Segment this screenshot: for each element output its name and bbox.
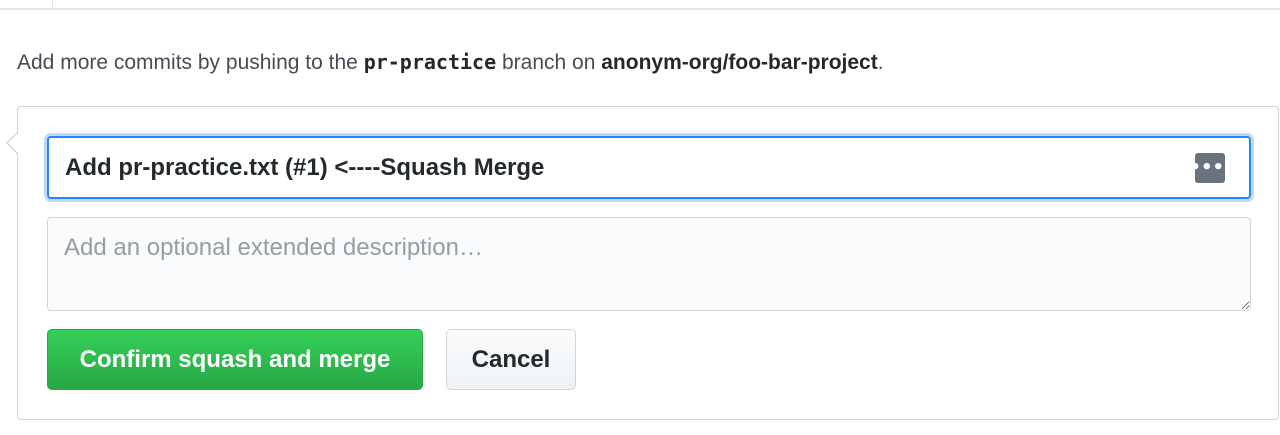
divider-tick [52,0,53,8]
commit-description-textarea[interactable] [47,217,1251,311]
commit-title-input[interactable] [47,136,1251,199]
top-divider [0,0,1280,10]
ellipsis-icon[interactable]: •••| [1189,153,1231,183]
repo-name: anonym-org/foo-bar-project [601,51,878,74]
push-info-text: Add more commits by pushing to the pr-pr… [17,50,884,75]
merge-form-box: •••| Confirm squash and merge Cancel [6,106,1279,420]
branch-name: pr-practice [363,50,497,74]
push-info-suffix: . [877,51,884,74]
push-info-middle: branch on [501,51,596,74]
cancel-button[interactable]: Cancel [446,329,576,390]
push-info-prefix: Add more commits by pushing to the [17,51,358,74]
box-caret-fill [8,132,19,154]
confirm-squash-merge-button[interactable]: Confirm squash and merge [47,329,423,390]
